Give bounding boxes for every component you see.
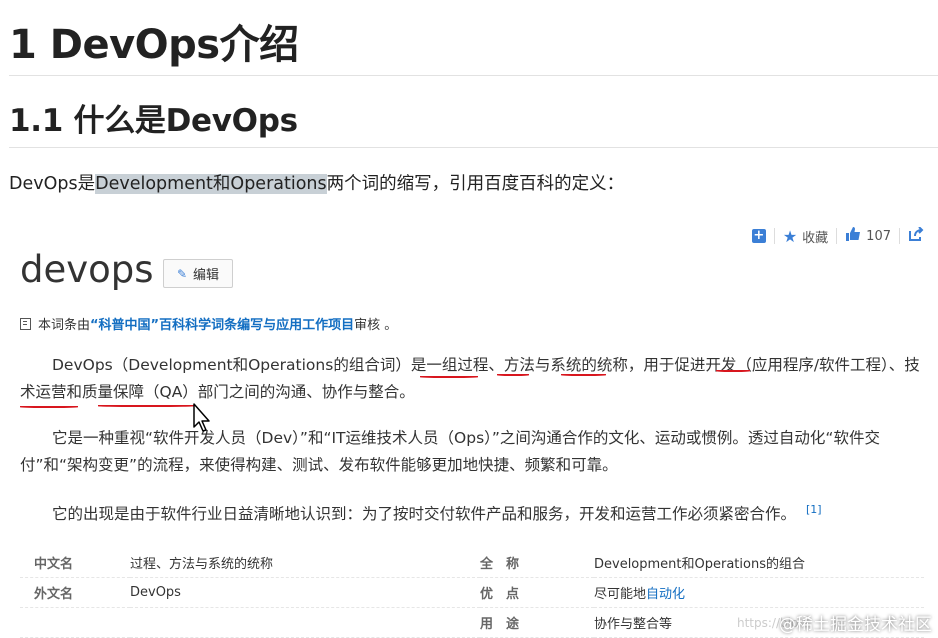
section-divider: [9, 147, 938, 148]
infobox-key: 优 点: [480, 577, 594, 608]
infobox-key: 中文名: [20, 548, 130, 578]
share-button[interactable]: [900, 225, 932, 246]
page-title: 1 DevOps介绍: [9, 22, 299, 68]
share-icon: [908, 225, 924, 246]
intro-highlight: Development和Operations: [95, 174, 327, 194]
thumbs-up-icon: [845, 226, 861, 246]
plus-icon: +: [751, 228, 766, 243]
table-row: 中文名 过程、方法与系统的统称 全 称 Development和Operatio…: [20, 548, 924, 578]
definition-paragraph-3: 它的出现是由于软件行业日益清晰地认识到：为了按时交付软件产品和服务，开发和运营工…: [20, 496, 924, 528]
infobox-key: 外文名: [20, 577, 130, 608]
favorite-label: 收藏: [802, 230, 829, 246]
intro-post: 两个词的缩写，引用百度百科的定义：: [326, 174, 625, 194]
p2-text: 它是一种重视“软件开发人员（Dev）”和“IT运维技术人员（Ops）”之间沟通合…: [20, 429, 880, 474]
annotation-underline: [561, 374, 606, 376]
infobox-value-pre: 尽可能地: [594, 587, 647, 602]
review-post: 审核 。: [354, 318, 398, 333]
heading-divider: [9, 75, 938, 76]
p1-text: DevOps（Development和Operations的组合词）是一组过程、…: [20, 356, 920, 401]
table-row: 外文名 DevOps 优 点 尽可能地自动化: [20, 577, 924, 608]
intro-paragraph: DevOps是Development和Operations两个词的缩写，引用百度…: [9, 170, 624, 195]
infobox-key: 用 途: [480, 607, 594, 638]
definition-paragraph-2: 它是一种重视“软件开发人员（Dev）”和“IT运维技术人员（Ops）”之间沟通合…: [20, 425, 924, 479]
like-button[interactable]: 107: [837, 226, 899, 246]
review-notice: 本词条由 “科普中国”百科科学词条编写与应用工作项目 审核 。: [20, 314, 397, 333]
infobox-value: 尽可能地自动化: [594, 577, 924, 608]
favorite-button[interactable]: ★ 收藏: [775, 227, 836, 246]
entry-toolbar: + ★ 收藏 107: [744, 225, 932, 246]
reference-link[interactable]: [1]: [806, 503, 822, 516]
like-count: 107: [866, 228, 891, 244]
infobox-link[interactable]: 自动化: [646, 587, 685, 602]
annotation-underline: [20, 406, 78, 408]
document-icon: [20, 317, 31, 330]
infobox-value: [130, 607, 480, 638]
infobox-value: 过程、方法与系统的统称: [130, 548, 480, 578]
section-title: 1.1 什么是DevOps: [9, 103, 298, 139]
infobox-key: [20, 607, 130, 638]
watermark: @稀土掘金技术社区: [779, 615, 932, 635]
p3-text: 它的出现是由于软件行业日益清晰地认识到：为了按时交付软件产品和服务，开发和运营工…: [52, 505, 797, 524]
annotation-underline: [497, 374, 529, 376]
infobox-key: 全 称: [480, 548, 594, 578]
mouse-cursor-icon: [193, 403, 213, 433]
pencil-icon: ✎: [176, 266, 188, 281]
add-button[interactable]: +: [744, 229, 774, 243]
edit-label: 编辑: [193, 268, 220, 283]
edit-button[interactable]: ✎ 编辑: [163, 259, 233, 288]
infobox-value: DevOps: [130, 577, 480, 608]
review-pre: 本词条由: [38, 318, 91, 333]
definition-paragraph-1: DevOps（Development和Operations的组合词）是一组过程、…: [20, 352, 924, 406]
intro-pre: DevOps是: [9, 174, 96, 194]
review-link[interactable]: “科普中国”百科科学词条编写与应用工作项目: [90, 314, 354, 333]
annotation-underline: [420, 376, 478, 378]
entry-term: devops: [20, 248, 154, 291]
annotation-underline: [98, 405, 194, 407]
infobox-value: Development和Operations的组合: [594, 548, 924, 578]
star-icon: ★: [782, 226, 798, 246]
annotation-underline: [716, 370, 750, 372]
